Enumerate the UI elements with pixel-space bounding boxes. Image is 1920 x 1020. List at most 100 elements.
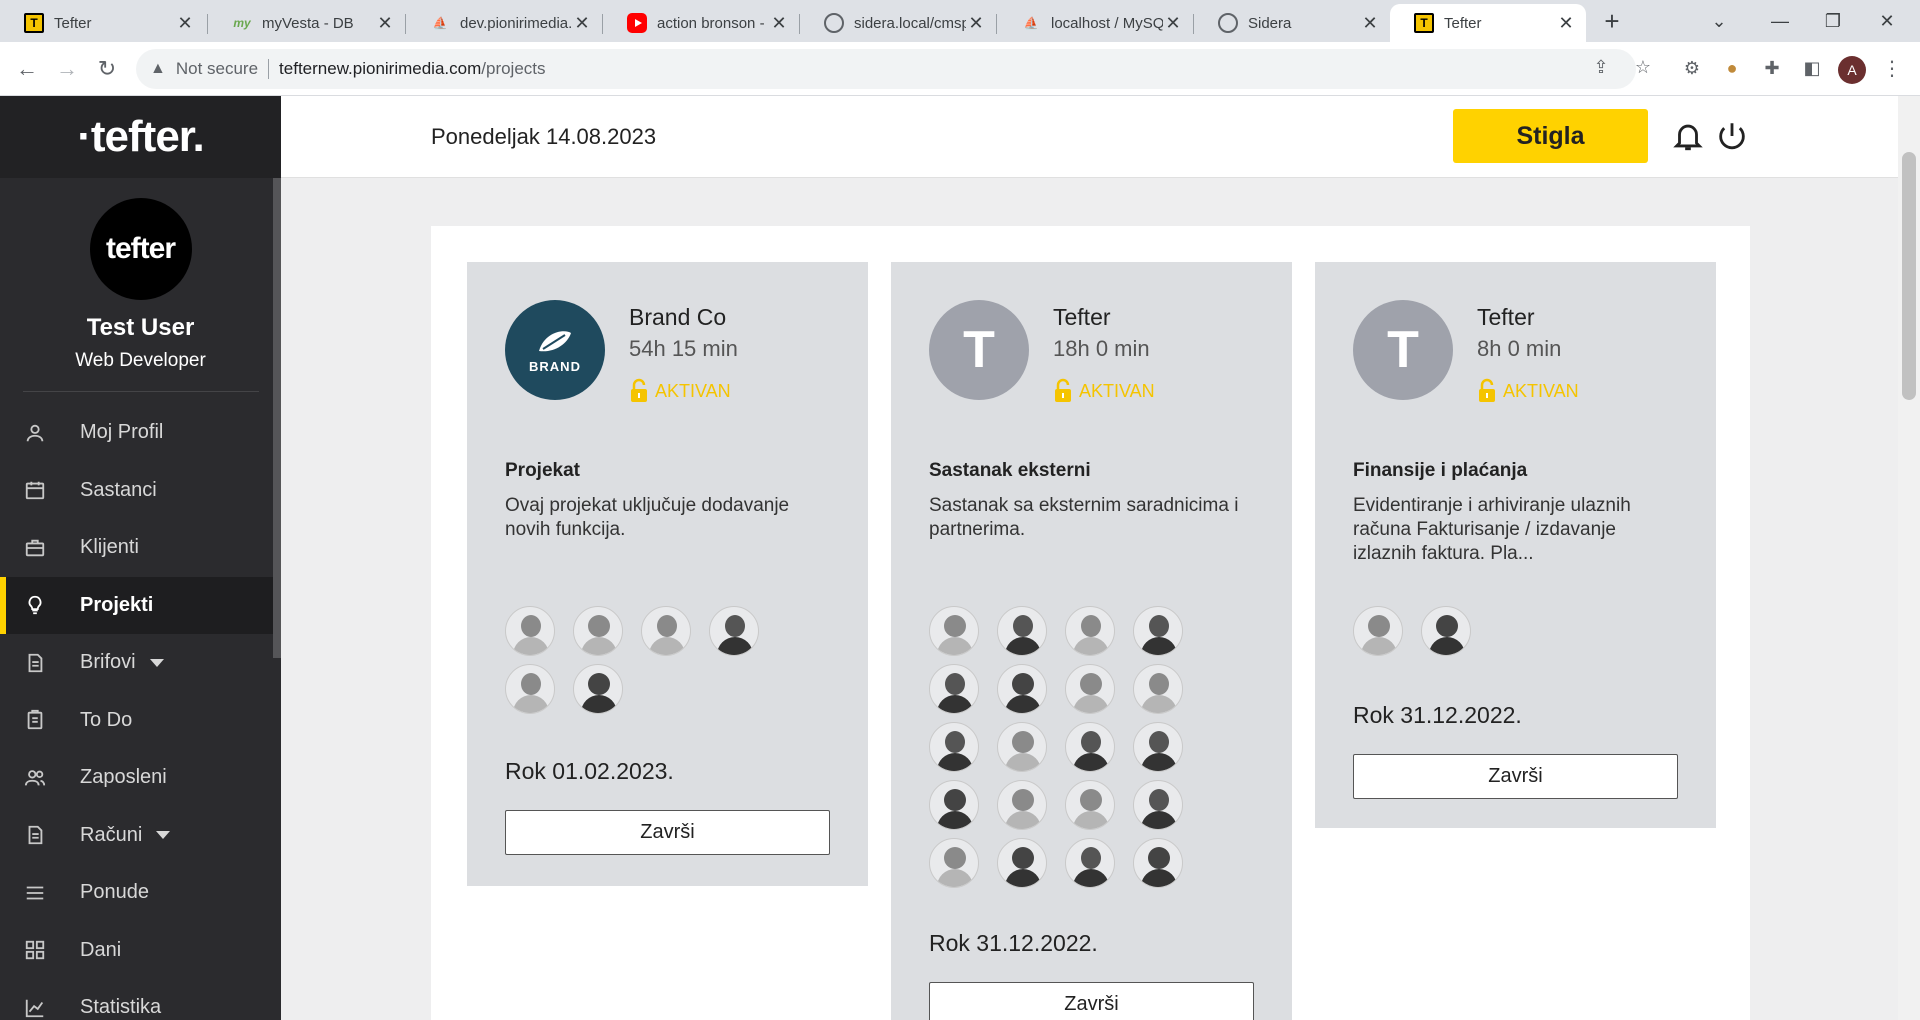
inbox-button[interactable]: Stigla xyxy=(1453,109,1648,163)
avatar[interactable] xyxy=(997,606,1047,656)
url-input[interactable]: ▲ Not secure tefternew.pionirimedia.com … xyxy=(136,49,1636,89)
sidebar-item-label: Moj Profil xyxy=(80,421,164,444)
avatar[interactable] xyxy=(1353,606,1403,656)
bell-icon[interactable] xyxy=(1671,118,1705,154)
finish-button[interactable]: Završi xyxy=(1353,754,1678,799)
sidebar-item-projekti[interactable]: Projekti xyxy=(0,576,281,634)
menu-kebab-icon[interactable]: ⋮ xyxy=(1882,54,1902,84)
avatar[interactable] xyxy=(997,780,1047,830)
profile-avatar[interactable]: A xyxy=(1838,56,1866,84)
cookie-extension-icon[interactable]: ● xyxy=(1718,54,1746,82)
restore-icon[interactable]: ❐ xyxy=(1818,6,1848,36)
avatar[interactable] xyxy=(641,606,691,656)
close-icon[interactable]: ✕ xyxy=(966,13,986,34)
caret-down-icon[interactable] xyxy=(149,658,164,667)
security-label[interactable]: Not secure xyxy=(176,59,258,79)
caret-down-icon[interactable] xyxy=(156,831,171,840)
finish-button[interactable]: Završi xyxy=(929,982,1254,1020)
app-logo[interactable]: ·tefter. xyxy=(77,112,204,162)
minimize-icon[interactable]: — xyxy=(1765,6,1795,36)
avatar[interactable] xyxy=(929,664,979,714)
sidebar-item-statistika[interactable]: Statistika xyxy=(0,979,281,1020)
forward-arrow-icon[interactable]: → xyxy=(52,54,82,84)
tab-search-chevron-icon[interactable]: ⌄ xyxy=(1704,6,1734,36)
avatar[interactable] xyxy=(573,664,623,714)
avatar[interactable] xyxy=(1133,664,1183,714)
avatar[interactable] xyxy=(1421,606,1471,656)
client-logo-text: BRAND xyxy=(529,358,581,374)
reload-icon[interactable]: ↻ xyxy=(92,54,122,84)
project-deadline: Rok 01.02.2023. xyxy=(505,758,674,784)
current-date: Ponedeljak 14.08.2023 xyxy=(431,124,657,149)
browser-tab[interactable]: T Tefter ✕ xyxy=(0,4,205,42)
browser-tab[interactable]: Sidera ✕ xyxy=(1194,4,1390,42)
close-icon[interactable]: ✕ xyxy=(175,13,195,34)
avatar[interactable] xyxy=(1065,664,1115,714)
avatar[interactable] xyxy=(1065,838,1115,888)
avatar[interactable] xyxy=(709,606,759,656)
avatar[interactable] xyxy=(1133,722,1183,772)
browser-tab[interactable]: ⛵ localhost / MySQ ✕ xyxy=(997,4,1193,42)
sidebar-item-klijenti[interactable]: Klijenti xyxy=(0,519,281,577)
avatar[interactable] xyxy=(929,722,979,772)
avatar[interactable] xyxy=(997,838,1047,888)
avatar[interactable] xyxy=(929,606,979,656)
team-members xyxy=(1353,606,1625,656)
browser-tab[interactable]: my myVesta - DB ✕ xyxy=(208,4,405,42)
user-icon xyxy=(24,422,46,444)
sidebar-item-dani[interactable]: Dani xyxy=(0,922,281,980)
avatar[interactable] xyxy=(1065,780,1115,830)
sidebar-item-ponude[interactable]: Ponude xyxy=(0,864,281,922)
project-card[interactable]: BRAND Brand Co 54h 15 min AKTIVAN Projek… xyxy=(467,262,868,886)
window-close-icon[interactable]: ✕ xyxy=(1872,6,1902,36)
back-arrow-icon[interactable]: ← xyxy=(12,54,42,84)
avatar[interactable] xyxy=(997,664,1047,714)
sidebar-item-moj-profil[interactable]: Moj Profil xyxy=(0,404,281,462)
avatar[interactable] xyxy=(1133,606,1183,656)
close-icon[interactable]: ✕ xyxy=(1163,13,1183,34)
browser-tab[interactable]: action bronson - ✕ xyxy=(603,4,799,42)
avatar[interactable] xyxy=(1133,838,1183,888)
avatar[interactable] xyxy=(505,606,555,656)
sidebar-item-to-do[interactable]: To Do xyxy=(0,692,281,750)
avatar[interactable] xyxy=(1065,606,1115,656)
avatar[interactable] xyxy=(929,838,979,888)
client-logo: T xyxy=(929,300,1029,400)
page-scrollbar[interactable] xyxy=(1898,96,1920,1020)
power-icon[interactable] xyxy=(1715,118,1749,154)
sidebar-item-racuni[interactable]: Računi xyxy=(0,807,281,865)
finish-button[interactable]: Završi xyxy=(505,810,830,855)
close-icon[interactable]: ✕ xyxy=(375,13,395,34)
browser-tab-active[interactable]: T Tefter ✕ xyxy=(1390,4,1586,42)
browser-tab[interactable]: ⛵ dev.pionirimedia. ✕ xyxy=(406,4,602,42)
avatar[interactable] xyxy=(505,664,555,714)
logo-area[interactable]: ·tefter. xyxy=(0,96,281,178)
project-card[interactable]: T Tefter 18h 0 min AKTIVAN Sastanak ekst… xyxy=(891,262,1292,1020)
close-icon[interactable]: ✕ xyxy=(572,13,592,34)
avatar[interactable] xyxy=(997,722,1047,772)
avatar[interactable] xyxy=(929,780,979,830)
sidebar-item-brifovi[interactable]: Brifovi xyxy=(0,634,281,692)
side-panel-icon[interactable]: ◧ xyxy=(1798,54,1826,82)
page-scrollbar-thumb[interactable] xyxy=(1902,152,1916,400)
avatar[interactable] xyxy=(1133,780,1183,830)
project-deadline: Rok 31.12.2022. xyxy=(929,930,1098,956)
sidebar-scrollbar[interactable] xyxy=(273,178,281,658)
new-tab-icon[interactable]: + xyxy=(1598,8,1626,36)
close-icon[interactable]: ✕ xyxy=(769,13,789,34)
browser-tab[interactable]: sidera.local/cmsp ✕ xyxy=(800,4,996,42)
sidebar-item-sastanci[interactable]: Sastanci xyxy=(0,462,281,520)
bookmark-star-icon[interactable]: ☆ xyxy=(1630,54,1656,80)
close-icon[interactable]: ✕ xyxy=(1360,13,1380,34)
tefter-favicon-icon: T xyxy=(24,13,44,33)
project-card[interactable]: T Tefter 8h 0 min AKTIVAN Finansije i pl… xyxy=(1315,262,1716,828)
share-icon[interactable]: ⇪ xyxy=(1588,54,1614,80)
sidebar-item-zaposleni[interactable]: Zaposleni xyxy=(0,749,281,807)
avatar[interactable] xyxy=(1065,722,1115,772)
avatar[interactable] xyxy=(573,606,623,656)
close-icon[interactable]: ✕ xyxy=(1556,13,1576,34)
team-members xyxy=(505,606,777,714)
extension-gear-icon[interactable]: ⚙ xyxy=(1678,54,1706,82)
tab-title: Tefter xyxy=(1444,14,1482,32)
puzzle-extensions-icon[interactable]: ✚ xyxy=(1758,54,1786,82)
